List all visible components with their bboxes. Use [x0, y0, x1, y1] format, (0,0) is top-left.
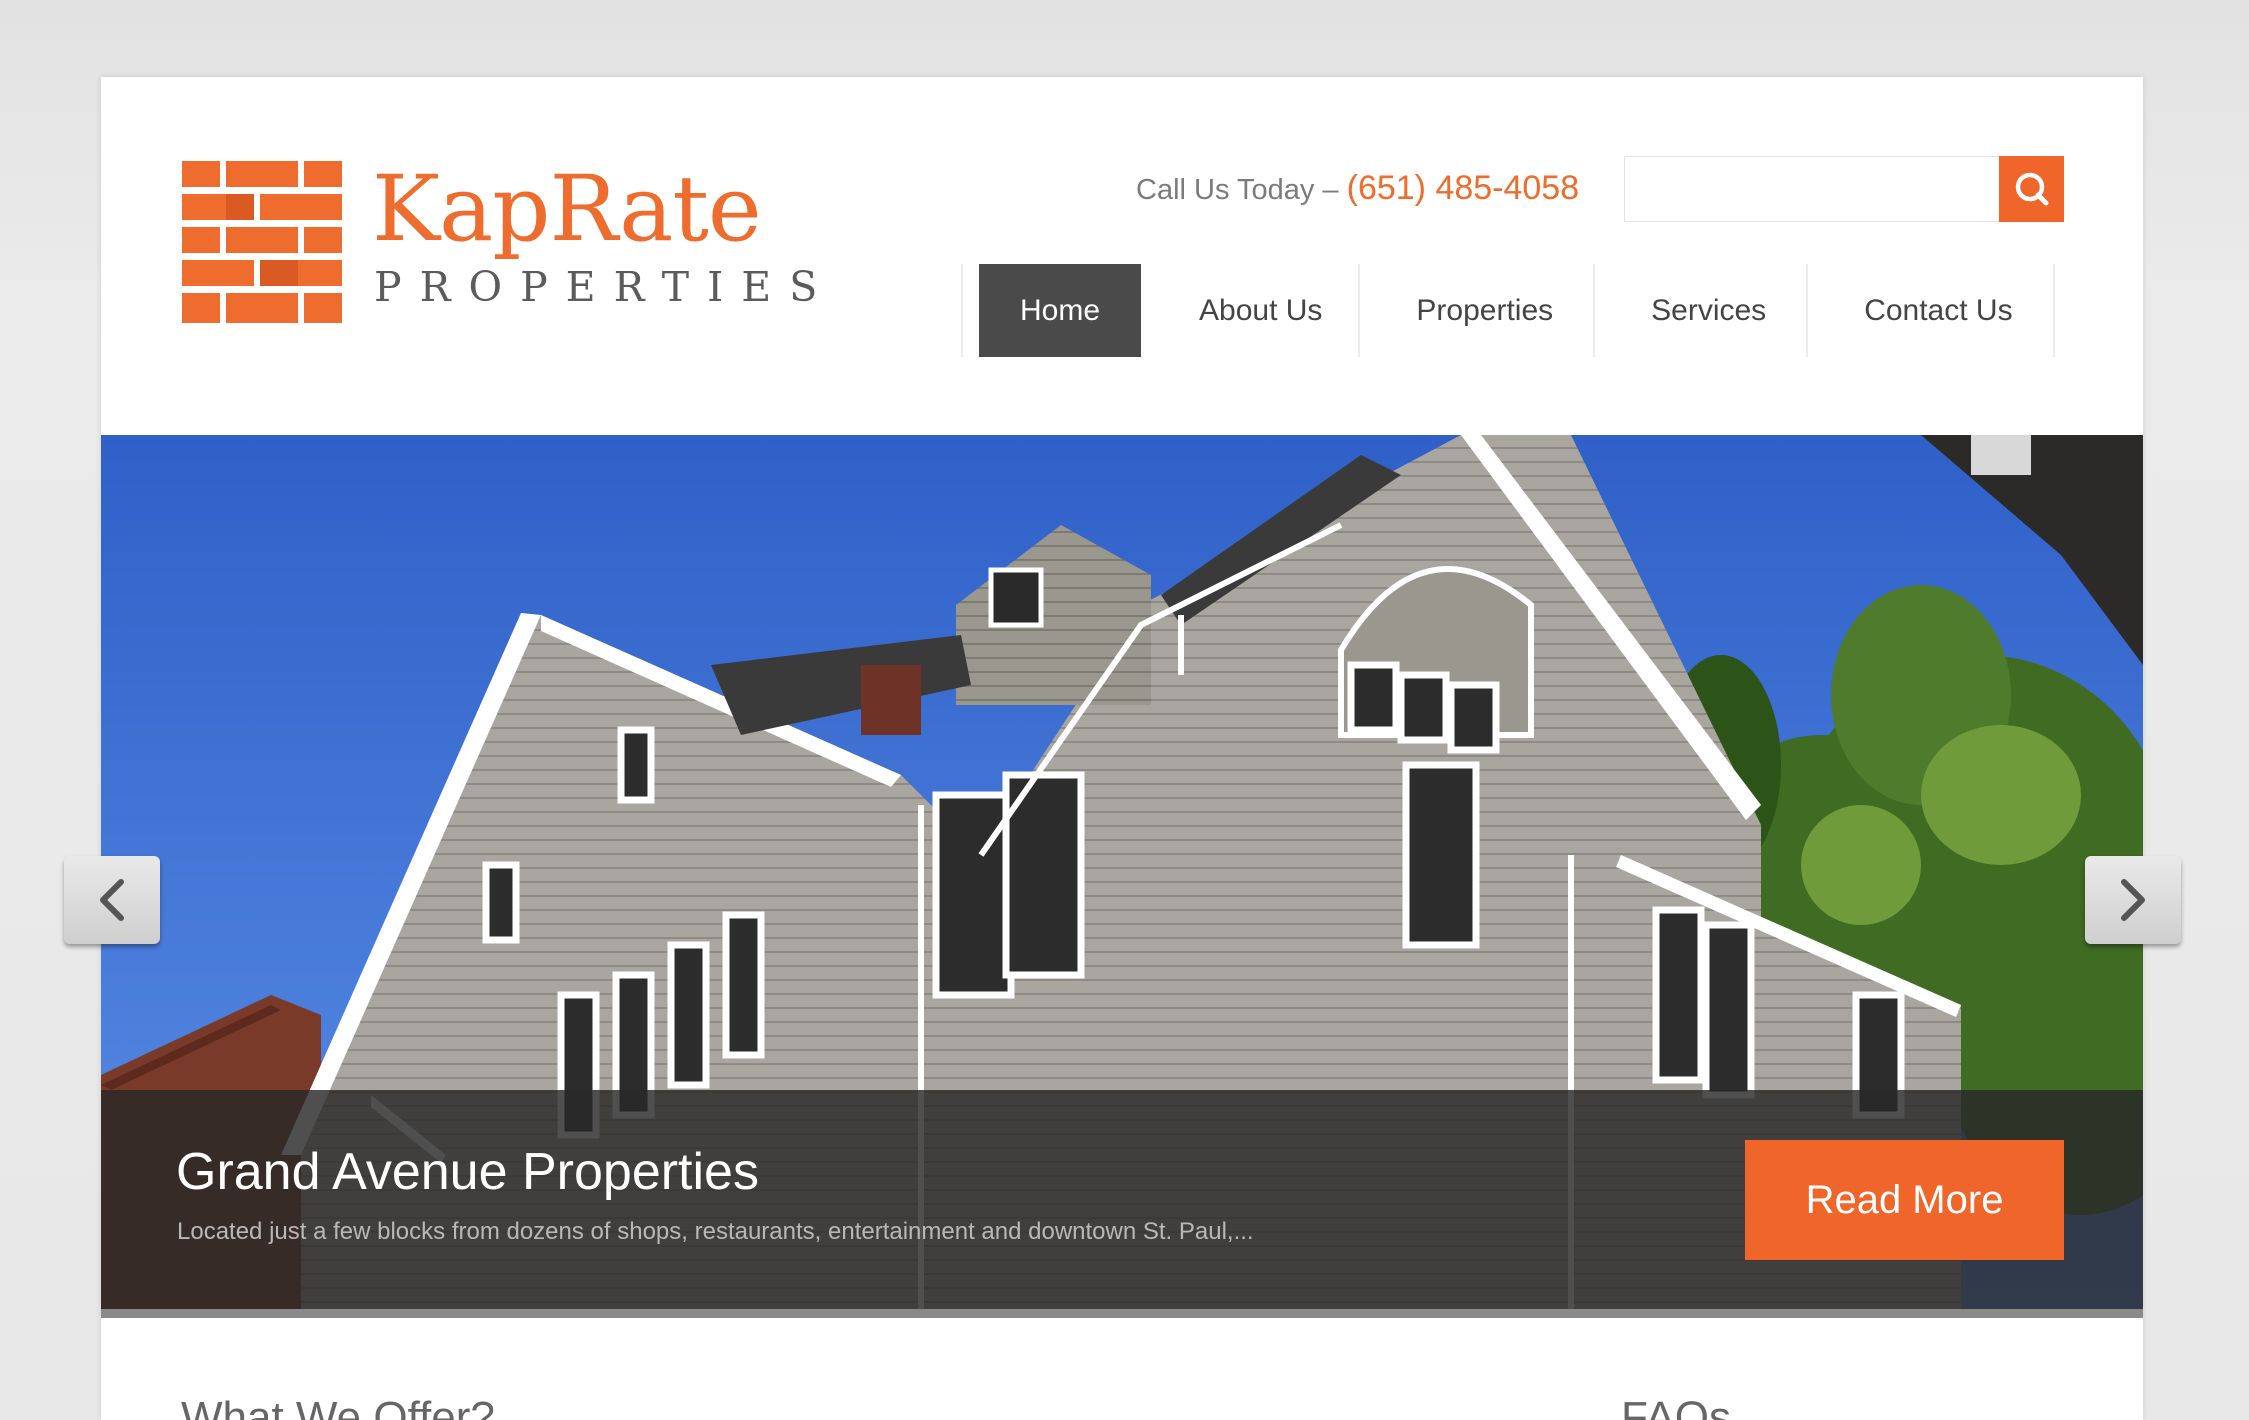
slider-prev-button[interactable]	[64, 856, 160, 944]
nav-item-wrap-services: Services	[1595, 264, 1806, 357]
hero-slider: Grand Avenue Properties Located just a f…	[101, 435, 2143, 1315]
nav-item-properties[interactable]: Properties	[1416, 264, 1553, 357]
slide-description: Located just a few blocks from dozens of…	[177, 1218, 1254, 1245]
main-nav: Home About Us Properties Services Contac…	[961, 264, 2055, 357]
nav-item-wrap-home: Home	[963, 264, 1157, 357]
nav-divider	[2052, 264, 2055, 357]
nav-item-contact-us[interactable]: Contact Us	[1864, 264, 2012, 357]
read-more-button[interactable]: Read More	[1745, 1140, 2064, 1260]
logo-subtitle: PROPERTIES	[374, 263, 836, 311]
search-input[interactable]	[1625, 157, 1997, 221]
search-icon	[2015, 172, 2048, 206]
phone-number[interactable]: (651) 485-4058	[1347, 169, 1580, 207]
search-box	[1624, 156, 2064, 222]
nav-item-wrap-properties: Properties	[1360, 264, 1593, 357]
brick-logo-icon	[182, 161, 342, 323]
section-heading-faqs: FAQs	[1621, 1393, 1732, 1420]
nav-item-home[interactable]: Home	[979, 264, 1141, 357]
nav-item-wrap-about: About Us	[1157, 264, 1358, 357]
section-heading-offer: What We Offer?	[181, 1393, 495, 1420]
logo[interactable]: KapRate PROPERTIES	[182, 161, 902, 331]
chevron-right-icon	[2121, 879, 2145, 921]
nav-item-services[interactable]: Services	[1651, 264, 1766, 357]
call-us: Call Us Today – (651) 485-4058	[1136, 169, 1579, 208]
nav-item-wrap-contact: Contact Us	[1808, 264, 2052, 357]
page-container: KapRate PROPERTIES Call Us Today – (651)…	[101, 77, 2143, 1420]
slide-title: Grand Avenue Properties	[176, 1143, 759, 1201]
call-us-label: Call Us Today –	[1136, 174, 1347, 206]
slider-border	[101, 1309, 2143, 1318]
search-button[interactable]	[1999, 156, 2064, 222]
slider-next-button[interactable]	[2085, 856, 2181, 944]
logo-name: KapRate	[372, 157, 762, 262]
chevron-left-icon	[100, 879, 124, 921]
nav-item-about-us[interactable]: About Us	[1199, 264, 1322, 357]
slide-caption: Grand Avenue Properties Located just a f…	[101, 1090, 2143, 1310]
